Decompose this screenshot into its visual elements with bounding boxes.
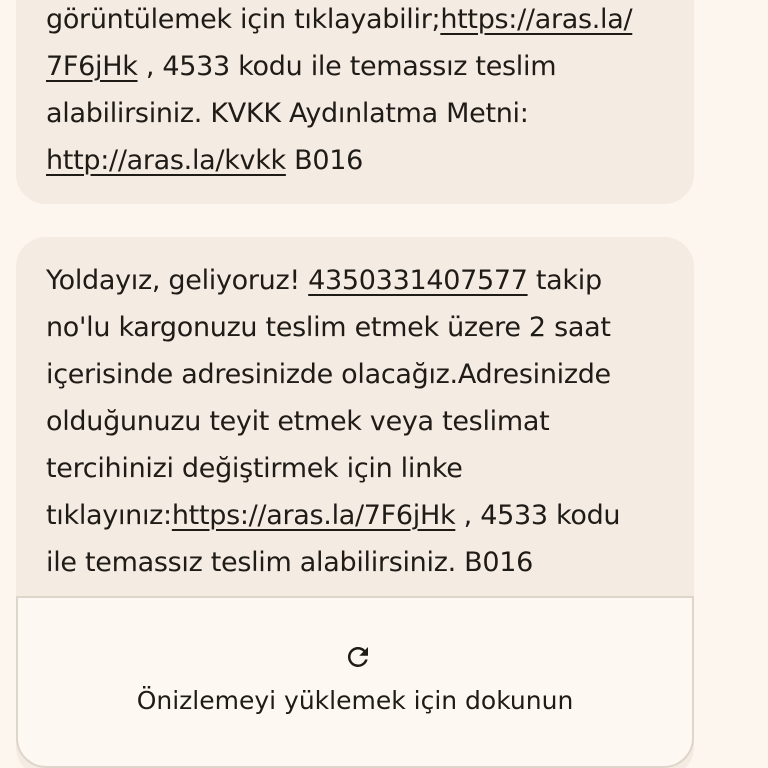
text-segment: no'lu kargonuzu teslim etmek üzere 2 saa… [46,312,611,343]
message-line: içerisinde adresinizde olacağız.Adresini… [46,351,674,398]
text-segment: tercihinizi değiştirmek için linke [46,453,463,484]
kvkk-link[interactable]: http://aras.la/kvkk [46,145,286,176]
message-bubble-previous[interactable]: görüntülemek için tıklayabilir;https://a… [16,0,694,204]
link-preview-card[interactable]: Önizlemeyi yüklemek için dokunun [16,596,694,768]
text-segment: alabilirsiniz. KVKK Aydınlatma Metni: [46,98,529,129]
text-segment: B016 [285,145,364,176]
url-link[interactable]: https://aras.la/ [440,4,632,35]
text-segment: ile temassız teslim alabilirsiniz. B016 [46,547,533,578]
message-line: ile temassız teslim alabilirsiniz. B016 [46,539,674,586]
text-segment: görüntülemek için tıklayabilir; [46,4,441,35]
text-segment: tıklayınız: [46,500,172,531]
text-segment: olduğunuzu teyit etmek veya teslimat [46,406,550,437]
url-link[interactable]: 7F6jHk [46,51,138,82]
message-line: olduğunuzu teyit etmek veya teslimat [46,398,674,445]
message-line: alabilirsiniz. KVKK Aydınlatma Metni: [46,90,674,137]
text-segment: , 4533 kodu [455,500,621,531]
message-text-latest: Yoldayız, geliyoruz! 4350331407577 takip… [46,257,674,586]
message-line: no'lu kargonuzu teslim etmek üzere 2 saa… [46,304,674,351]
message-line: görüntülemek için tıklayabilir;https://a… [46,0,674,43]
message-line: Yoldayız, geliyoruz! 4350331407577 takip [46,257,674,304]
tracking-number-link[interactable]: 4350331407577 [308,265,528,296]
text-segment: içerisinde adresinizde olacağız.Adresini… [46,359,611,390]
text-segment: , 4533 kodu ile temassız teslim [137,51,557,82]
url-link[interactable]: https://aras.la/7F6jHk [172,500,456,531]
refresh-icon [347,647,368,667]
text-segment: takip [527,265,602,296]
text-segment: Yoldayız, geliyoruz! [46,265,309,296]
message-line: tercihinizi değiştirmek için linke [46,445,674,492]
tap-to-load-preview-label: Önizlemeyi yüklemek için dokunun [136,686,574,715]
message-line: 7F6jHk , 4533 kodu ile temassız teslim [46,43,674,90]
message-line: tıklayınız:https://aras.la/7F6jHk , 4533… [46,492,674,539]
conversation-screen: görüntülemek için tıklayabilir;https://a… [0,0,768,768]
message-line: http://aras.la/kvkk B016 [46,137,674,184]
message-text-previous: görüntülemek için tıklayabilir;https://a… [46,0,674,184]
